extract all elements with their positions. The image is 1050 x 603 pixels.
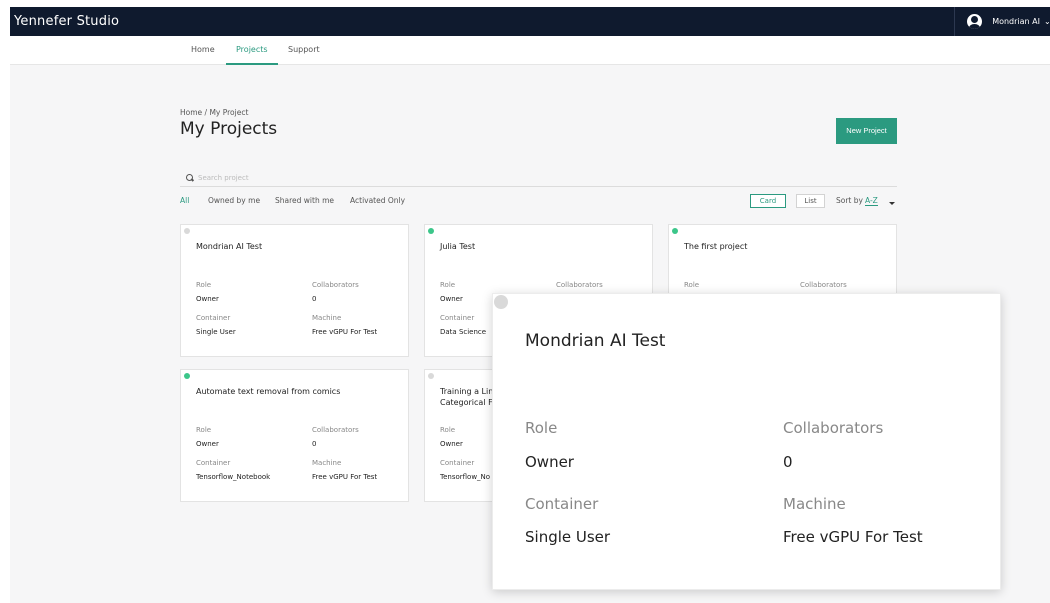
account-icon: [967, 14, 983, 29]
container-label: Container: [196, 314, 231, 322]
chevron-down-icon: ⌄: [1044, 17, 1050, 26]
status-dot: [494, 295, 508, 309]
role-label: Role: [684, 281, 700, 289]
search-bar: [180, 169, 897, 187]
nav-home[interactable]: Home: [191, 36, 215, 65]
filter-activated-only[interactable]: Activated Only: [350, 196, 405, 205]
search-input[interactable]: [198, 173, 498, 182]
role-value: Owner: [440, 295, 463, 303]
container-label: Container: [440, 314, 475, 322]
user-name: Mondrian AI: [992, 17, 1040, 26]
machine-label: Machine: [783, 495, 846, 513]
machine-label: Machine: [312, 459, 342, 467]
project-title: The first project: [684, 242, 748, 251]
status-dot: [672, 228, 678, 234]
container-label: Container: [440, 459, 475, 467]
project-title: Automate text removal from comics: [196, 387, 341, 396]
container-value: Single User: [525, 528, 611, 546]
role-value: Owner: [196, 440, 219, 448]
role-label: Role: [440, 281, 456, 289]
app-window: Yennefer Studio Mondrian AI ⌄ Home Proje…: [10, 7, 1050, 603]
user-menu[interactable]: Mondrian AI ⌄: [954, 7, 1050, 36]
nav-support[interactable]: Support: [288, 36, 320, 65]
machine-value: Free vGPU For Test: [312, 473, 378, 481]
project-title: Mondrian AI Test: [196, 242, 263, 251]
card-view-button[interactable]: Card: [750, 194, 786, 208]
collaborators-label: Collaborators: [556, 281, 603, 289]
breadcrumb[interactable]: Home / My Project: [180, 108, 248, 117]
brand-suffix: Studio: [76, 14, 120, 29]
project-card[interactable]: Automate text removal from comics Role C…: [180, 369, 409, 502]
collaborators-value: 0: [312, 295, 317, 303]
role-label: Role: [196, 281, 212, 289]
container-label: Container: [525, 495, 599, 513]
filter-all[interactable]: All: [180, 196, 189, 205]
container-value: Single User: [196, 328, 236, 336]
filter-shared-with-me[interactable]: Shared with me: [275, 196, 334, 205]
role-label: Role: [196, 426, 212, 434]
role-value: Owner: [440, 440, 463, 448]
container-value: Tensorflow_No: [440, 473, 491, 481]
container-label: Container: [196, 459, 231, 467]
project-title: Mondrian AI Test: [525, 331, 666, 351]
collaborators-value: 0: [783, 453, 793, 471]
list-view-button[interactable]: List: [796, 194, 825, 208]
main-nav: Home Projects Support: [10, 36, 1050, 65]
sort-select[interactable]: A-Z: [865, 196, 878, 206]
status-dot: [184, 373, 190, 379]
status-dot: [184, 228, 190, 234]
collaborators-value: 0: [312, 440, 317, 448]
project-title: Julia Test: [440, 242, 476, 251]
role-label: Role: [440, 426, 456, 434]
nav-projects[interactable]: Projects: [226, 36, 278, 65]
app-logo[interactable]: Yennefer Studio: [14, 14, 119, 29]
machine-value: Free vGPU For Test: [783, 528, 923, 546]
container-value: Data Science: [440, 328, 487, 336]
role-value: Owner: [525, 453, 574, 471]
project-card[interactable]: Mondrian AI Test Role Collaborators Owne…: [180, 224, 409, 357]
machine-label: Machine: [312, 314, 342, 322]
status-dot: [428, 373, 434, 379]
collaborators-label: Collaborators: [312, 426, 359, 434]
project-title-line: Categorical F: [440, 398, 493, 407]
collaborators-label: Collaborators: [800, 281, 847, 289]
filter-owned-by-me[interactable]: Owned by me: [208, 196, 260, 205]
caret-down-icon[interactable]: [889, 202, 895, 205]
search-icon: [186, 173, 194, 182]
role-label: Role: [525, 419, 558, 437]
role-value: Owner: [196, 295, 219, 303]
project-card-zoom[interactable]: Mondrian AI Test Role Collaborators Owne…: [492, 293, 1001, 590]
collaborators-label: Collaborators: [783, 419, 884, 437]
project-title-line: Training a Lin: [440, 387, 494, 396]
project-title: Training a Lin Categorical F: [440, 386, 493, 408]
brand-name: Yennefer: [14, 14, 73, 29]
sort-label: Sort by: [836, 196, 863, 205]
status-dot: [428, 228, 434, 234]
container-value: Tensorflow_Notebook: [196, 473, 271, 481]
collaborators-label: Collaborators: [312, 281, 359, 289]
machine-value: Free vGPU For Test: [312, 328, 378, 336]
new-project-button[interactable]: New Project: [836, 118, 897, 144]
page-title: My Projects: [180, 119, 278, 139]
top-bar: Yennefer Studio Mondrian AI ⌄: [10, 7, 1050, 36]
